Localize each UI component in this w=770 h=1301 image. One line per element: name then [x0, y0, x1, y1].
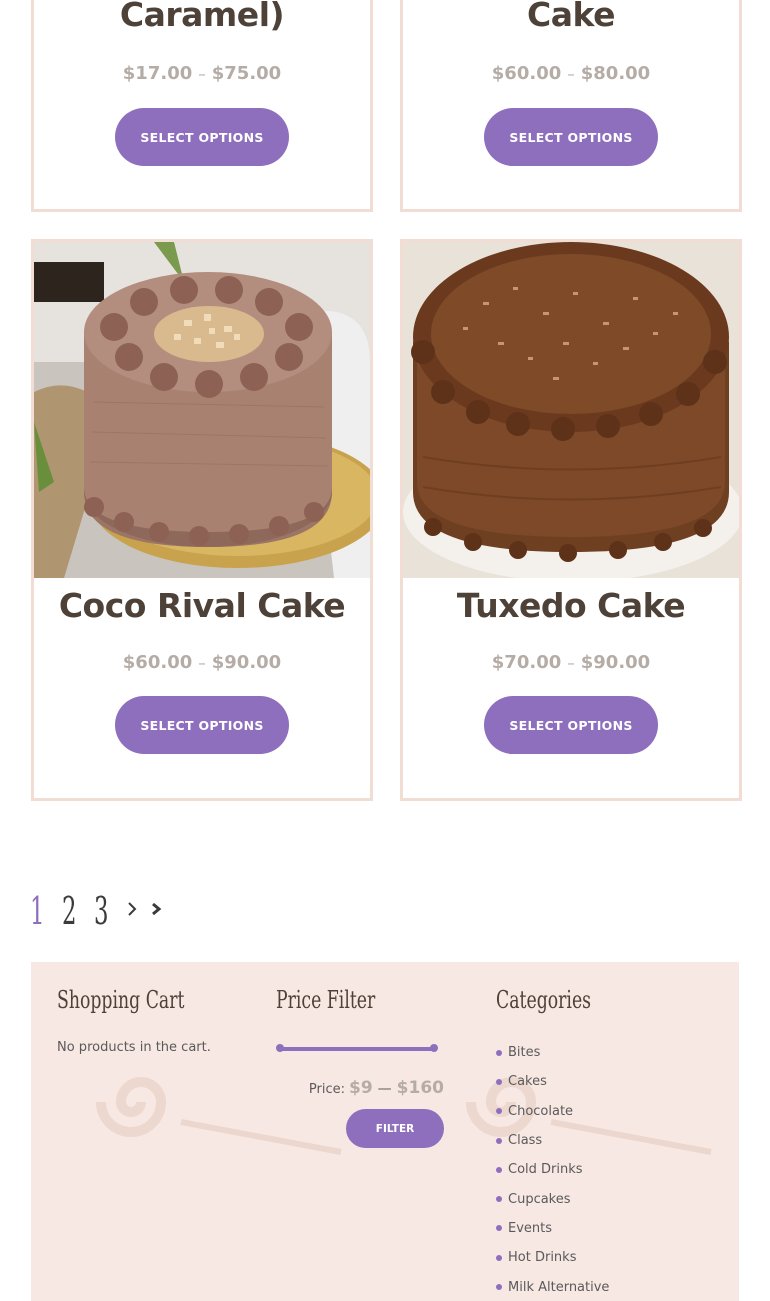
- price-range-slider[interactable]: [276, 1044, 438, 1054]
- page-2-link[interactable]: 2: [62, 889, 77, 933]
- price-min: $60.00: [122, 652, 193, 673]
- price-max: $90.00: [211, 652, 282, 673]
- product-card: Cake $60.00– $80.00 SELECT OPTIONS: [400, 0, 742, 212]
- select-options-button[interactable]: SELECT OPTIONS: [484, 696, 658, 754]
- bullet-icon: [496, 1254, 502, 1261]
- category-label[interactable]: Bites: [508, 1045, 540, 1060]
- bullet-icon: [496, 1196, 502, 1203]
- price-range-readout: Price: $9 — $160: [309, 1078, 444, 1098]
- category-label[interactable]: Milk Alternative: [508, 1280, 609, 1295]
- categories-list: Bites Cakes Chocolate Class Cold Drinks …: [496, 1038, 609, 1301]
- category-label[interactable]: Chocolate: [508, 1104, 573, 1119]
- slider-handle-max[interactable]: [430, 1044, 438, 1052]
- category-item[interactable]: Hot Drinks: [496, 1243, 609, 1272]
- product-price: $17.00– $75.00: [34, 63, 370, 84]
- coco-rival-cake-image: [34, 242, 370, 578]
- price-range-separator: —: [377, 1081, 392, 1097]
- price-max: $75.00: [211, 63, 282, 84]
- select-options-button[interactable]: SELECT OPTIONS: [115, 696, 289, 754]
- price-max-value: $160: [396, 1078, 444, 1098]
- bullet-icon: [496, 1108, 502, 1115]
- category-label[interactable]: Cakes: [508, 1074, 547, 1089]
- product-price: $60.00– $80.00: [403, 63, 739, 84]
- cart-empty-text: No products in the cart.: [57, 1040, 211, 1055]
- product-card: Caramel) $17.00– $75.00 SELECT OPTIONS: [31, 0, 373, 212]
- page-3-link[interactable]: 3: [94, 889, 109, 933]
- select-options-button[interactable]: SELECT OPTIONS: [115, 108, 289, 166]
- bullet-icon: [496, 1137, 502, 1144]
- slider-track: [279, 1047, 435, 1051]
- product-title[interactable]: Caramel): [34, 0, 370, 34]
- product-image[interactable]: [34, 242, 370, 578]
- bullet-icon: [496, 1166, 502, 1173]
- price-separator: –: [567, 654, 575, 672]
- double-chevron-right-icon[interactable]: [150, 900, 164, 922]
- bullet-icon: [496, 1049, 502, 1056]
- price-separator: –: [567, 65, 575, 83]
- product-price: $60.00– $90.00: [34, 652, 370, 673]
- category-item[interactable]: Bites: [496, 1038, 609, 1067]
- price-filter-title: Price Filter: [276, 986, 376, 1014]
- category-item[interactable]: Class: [496, 1126, 609, 1155]
- product-image[interactable]: [403, 242, 739, 578]
- category-label[interactable]: Cold Drinks: [508, 1162, 583, 1177]
- category-item[interactable]: Milk Alternative: [496, 1272, 609, 1301]
- price-min-value: $9: [349, 1078, 373, 1098]
- category-label[interactable]: Cupcakes: [508, 1192, 571, 1207]
- category-label[interactable]: Hot Drinks: [508, 1250, 576, 1265]
- select-options-button[interactable]: SELECT OPTIONS: [484, 108, 658, 166]
- category-item[interactable]: Chocolate: [496, 1097, 609, 1126]
- bullet-icon: [496, 1078, 502, 1085]
- price-max: $80.00: [580, 63, 651, 84]
- chevron-right-icon[interactable]: [126, 900, 138, 922]
- price-max: $90.00: [580, 652, 651, 673]
- category-label[interactable]: Class: [508, 1133, 542, 1148]
- categories-title: Categories: [496, 986, 592, 1014]
- product-title[interactable]: Coco Rival Cake: [34, 586, 370, 625]
- category-item[interactable]: Cakes: [496, 1067, 609, 1096]
- price-label: Price:: [308, 1082, 345, 1097]
- sidebar-widgets: Shopping Cart No products in the cart. P…: [31, 962, 739, 1301]
- category-item[interactable]: Cupcakes: [496, 1184, 609, 1213]
- product-card: Tuxedo Cake $70.00– $90.00 SELECT OPTIONS: [400, 239, 742, 801]
- price-separator: –: [198, 65, 206, 83]
- page-1-current: 1: [30, 889, 45, 933]
- price-min: $70.00: [491, 652, 562, 673]
- product-card: Coco Rival Cake $60.00– $90.00 SELECT OPT…: [31, 239, 373, 801]
- category-label[interactable]: Events: [508, 1221, 552, 1236]
- shopping-cart-title: Shopping Cart: [57, 986, 185, 1014]
- price-separator: –: [198, 654, 206, 672]
- category-item[interactable]: Cold Drinks: [496, 1155, 609, 1184]
- product-title[interactable]: Tuxedo Cake: [403, 586, 739, 625]
- bullet-icon: [496, 1225, 502, 1232]
- tuxedo-cake-image: [403, 242, 739, 578]
- pagination: 1 2 3: [30, 886, 176, 936]
- price-min: $17.00: [122, 63, 193, 84]
- product-title[interactable]: Cake: [403, 0, 739, 34]
- category-item[interactable]: Events: [496, 1214, 609, 1243]
- filter-button[interactable]: FILTER: [346, 1109, 444, 1148]
- product-price: $70.00– $90.00: [403, 652, 739, 673]
- price-min: $60.00: [491, 63, 562, 84]
- slider-handle-min[interactable]: [276, 1044, 284, 1052]
- bullet-icon: [496, 1284, 502, 1291]
